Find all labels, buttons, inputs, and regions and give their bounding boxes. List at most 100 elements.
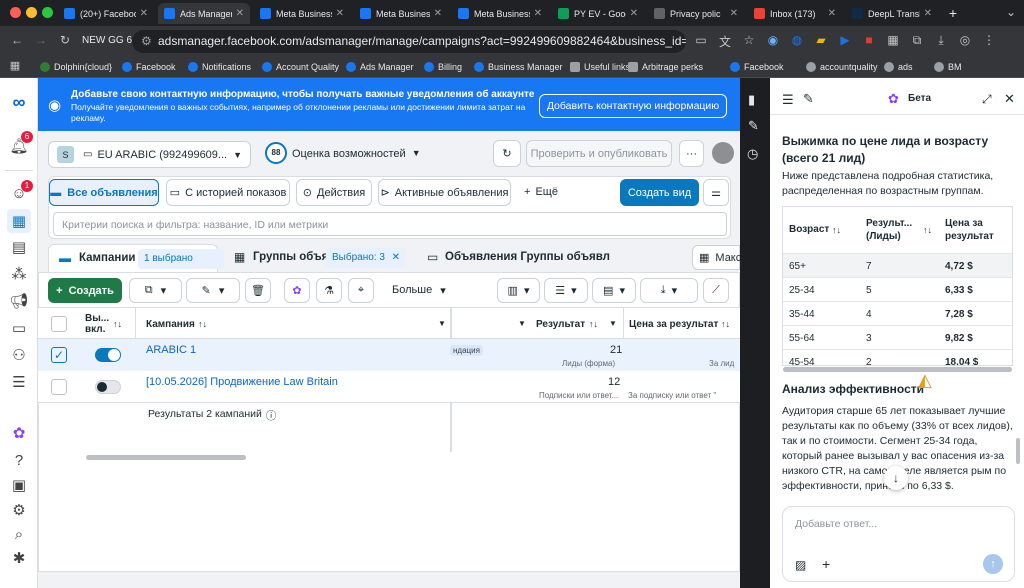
audiences-icon[interactable]: ⁂ <box>7 262 31 286</box>
add-contact-info-button[interactable]: Добавить контактную информацию <box>539 94 727 118</box>
row-checkbox[interactable] <box>51 379 67 395</box>
extension-folder-icon[interactable]: ▰ <box>812 33 830 50</box>
duplicate-button[interactable]: ⧉ ▾ <box>129 278 182 303</box>
tab-search-icon[interactable]: ⌄ <box>1002 5 1020 19</box>
refresh-button[interactable]: ↻ <box>493 140 521 167</box>
extensions-puzzle-icon[interactable]: ⧉ <box>908 33 926 50</box>
horizontal-scrollbar[interactable] <box>86 455 246 460</box>
browser-tab[interactable]: Meta Business ✕ <box>254 3 350 24</box>
profile-avatar-icon[interactable]: ◎ <box>956 33 974 50</box>
tab-all-ads[interactable]: ▬ Все объявления <box>49 179 159 206</box>
ab-test-button[interactable]: ⚗ <box>316 278 342 303</box>
col-cpr-header[interactable]: Цена за результат <box>629 319 718 330</box>
close-tab-icon[interactable]: ✕ <box>920 8 932 19</box>
scroll-down-icon[interactable]: ↓ <box>884 466 908 490</box>
row-checkbox[interactable]: ✓ <box>51 347 67 363</box>
bookmark-item[interactable]: Account Quality <box>262 60 339 74</box>
reply-input[interactable]: Добавьте ответ... ▨ + ↑ <box>782 506 1015 582</box>
tag-button[interactable]: ⌖ <box>348 278 374 303</box>
browser-tab[interactable]: PY EV - Goog ✕ <box>552 3 644 24</box>
chrome-menu-icon[interactable]: ⋮ <box>980 33 998 50</box>
bookmark-item[interactable]: BM <box>934 60 962 74</box>
close-tab-icon[interactable]: ✕ <box>232 8 244 19</box>
tab-active-ads[interactable]: ⊳ Активные объявления <box>378 179 511 206</box>
more-actions-dropdown[interactable]: Больше ▾ <box>392 284 446 297</box>
panel-scrollbar[interactable] <box>1016 438 1020 464</box>
close-tab-icon[interactable]: ✕ <box>824 8 836 19</box>
browser-tab[interactable]: Ads Manager ✕ <box>158 3 250 24</box>
breakdown-button[interactable]: ☰ ▾ <box>544 278 588 303</box>
reload-icon[interactable]: ↻ <box>56 33 74 47</box>
browser-tab[interactable]: DeepL Transl ✕ <box>846 3 938 24</box>
create-campaign-button[interactable]: + Создать <box>48 278 122 303</box>
extension-blue-icon[interactable]: ▶ <box>836 33 854 50</box>
bookmark-item[interactable]: Useful links <box>570 60 630 74</box>
new-chat-icon[interactable]: ✎ <box>803 91 814 107</box>
ai-suggest-button[interactable]: ✿ <box>284 278 310 303</box>
tab-adsets[interactable]: ▦ Группы объя Выбрано: 3 ✕ <box>224 244 410 272</box>
close-tab-icon[interactable]: ✕ <box>626 8 638 19</box>
browser-tab[interactable]: (20+) Facebook✕ <box>58 3 154 24</box>
reports-button[interactable]: ▤ ▾ <box>592 278 636 303</box>
settings-gear-icon[interactable]: ⚙ <box>7 498 31 522</box>
send-button[interactable]: ↑ <box>983 554 1003 574</box>
create-view-button[interactable]: Создать вид <box>620 179 699 206</box>
sort-icon[interactable]: ↑↓ <box>923 225 932 235</box>
bookmark-star-icon[interactable]: ☆ <box>740 33 758 50</box>
sort-icon[interactable]: ↑↓ <box>832 225 841 235</box>
reports-icon[interactable]: ▤ <box>7 235 31 259</box>
view-settings-button[interactable]: ⚌ <box>703 179 729 206</box>
minimize-window-button[interactable] <box>26 7 37 18</box>
business-network-icon[interactable]: ⚇ <box>7 343 31 367</box>
browser-tab[interactable]: Inbox (173) ✕ <box>748 3 842 24</box>
history-clock-icon[interactable]: ◷ <box>747 146 758 162</box>
browser-tab[interactable]: Meta Business ✕ <box>452 3 548 24</box>
select-all-checkbox[interactable] <box>51 316 67 332</box>
review-publish-button[interactable]: Проверить и опубликовать <box>526 140 672 167</box>
translate-icon[interactable]: 文 <box>716 33 734 50</box>
close-tab-icon[interactable]: ✕ <box>430 8 442 19</box>
ai-assistant-icon[interactable]: ✿ <box>7 421 31 445</box>
bookmark-item[interactable]: Facebook <box>730 60 784 74</box>
advertising-megaphone-icon[interactable]: 📢︎ <box>7 289 31 313</box>
close-icon[interactable]: ✕ <box>1004 91 1015 107</box>
profile-label[interactable]: NEW GG 6 <box>82 35 132 46</box>
sort-icon[interactable]: ↑↓ <box>721 319 730 329</box>
bookmark-item[interactable]: Notifications <box>188 60 251 74</box>
bookmark-item[interactable]: Billing <box>424 60 462 74</box>
table-row[interactable]: ✓ ARABIC 1 ндация 21 Лиды (форма) За лид <box>38 339 740 371</box>
menu-icon[interactable]: ☰ <box>782 92 794 108</box>
table-row[interactable]: [10.05.2026] Продвижение Law Britain 12 … <box>38 371 740 403</box>
tab-campaigns[interactable]: ▬ Кампании 1 выбрано ✕ <box>48 244 261 272</box>
tab-actions[interactable]: ⊙ Действия <box>296 179 372 206</box>
browser-tab[interactable]: Meta Business ✕ <box>354 3 448 24</box>
tab-with-history[interactable]: ▭ С историей показов <box>166 179 290 206</box>
edit-button[interactable]: ✎ ▾ <box>186 278 240 303</box>
close-tab-icon[interactable]: ✕ <box>726 8 738 19</box>
search-filter-input[interactable]: Критерии поиска и фильтра: название, ID … <box>53 212 727 236</box>
export-button[interactable]: ⤓ ▾ <box>640 278 698 303</box>
bookmark-item[interactable]: Ads Manager <box>346 60 414 74</box>
bookmark-item[interactable]: Facebook <box>122 60 176 74</box>
close-tab-icon[interactable]: ✕ <box>530 8 542 19</box>
camera-icon[interactable]: ▭ <box>692 33 710 50</box>
campaign-toggle[interactable] <box>95 380 121 394</box>
bookmark-item[interactable]: Arbitrage perks <box>628 60 703 74</box>
back-icon[interactable]: ← <box>8 33 26 47</box>
delete-button[interactable]: 🗑︎ <box>245 278 271 303</box>
account-selector[interactable]: S ▭ EU ARABIC (992499609... ▼ <box>48 141 251 168</box>
address-bar[interactable]: ⚙ adsmanager.facebook.com/adsmanager/man… <box>132 30 686 53</box>
more-options-button[interactable]: ··· <box>679 140 704 167</box>
close-tab-icon[interactable]: ✕ <box>136 8 148 19</box>
more-views-button[interactable]: + Ещё <box>524 186 558 198</box>
bookmark-item[interactable]: ads <box>884 60 913 74</box>
extension-red-icon[interactable]: ■ <box>860 33 878 50</box>
maximize-view-button[interactable]: ▦ Макс <box>692 245 741 270</box>
sort-icon[interactable]: ↑↓ <box>113 319 122 329</box>
maximize-window-button[interactable] <box>42 7 53 18</box>
caret-down-icon[interactable]: ▼ <box>518 319 526 328</box>
close-tab-icon[interactable]: ✕ <box>332 8 344 19</box>
menu-hamburger-icon[interactable]: ☰ <box>7 370 31 394</box>
feedback-icon[interactable]: ▣ <box>7 473 31 497</box>
campaign-name-link[interactable]: ARABIC 1 <box>146 344 196 356</box>
